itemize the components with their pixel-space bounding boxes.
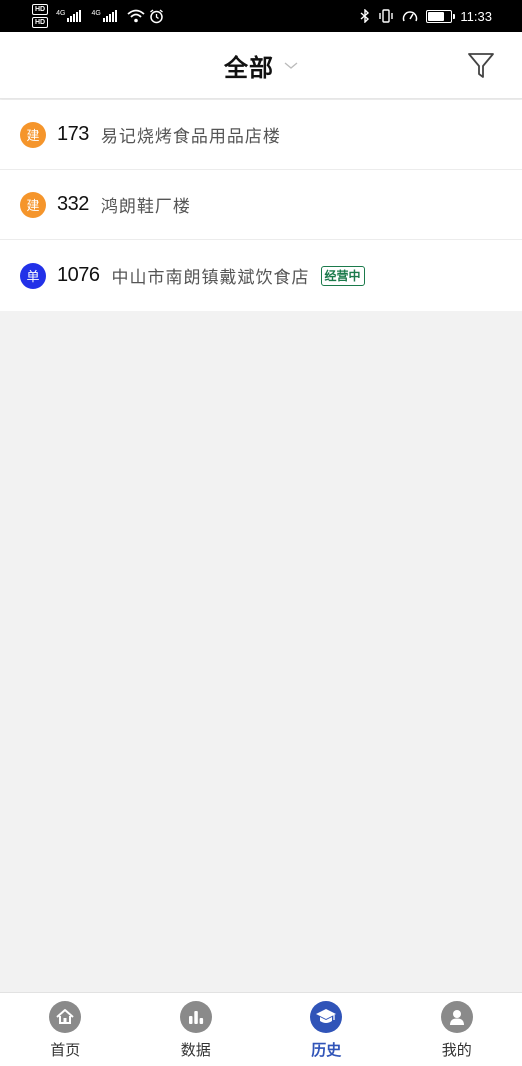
tab-history[interactable]: 历史 <box>261 993 392 1066</box>
type-badge: 单 <box>20 263 46 289</box>
status-right: 11:33 <box>360 0 492 32</box>
item-number: 173 <box>57 123 89 146</box>
chevron-down-icon[interactable] <box>284 62 298 70</box>
status-badge: 经营中 <box>321 266 365 286</box>
hd-badge-2: HD <box>32 17 48 28</box>
status-bar: HD HD 4G 4G <box>0 0 522 32</box>
bluetooth-icon <box>360 9 370 23</box>
page-title[interactable]: 全部 <box>224 48 274 83</box>
tab-profile[interactable]: 我的 <box>392 993 522 1066</box>
item-number: 332 <box>57 193 89 216</box>
bottom-nav: 首页 数据 历史 我的 <box>0 992 522 1066</box>
network-type-2: 4G <box>91 10 100 17</box>
top-header: 全部 <box>0 32 522 99</box>
hd-indicators: HD HD <box>32 4 48 28</box>
graduation-cap-icon[interactable] <box>310 1001 342 1033</box>
home-icon[interactable] <box>49 1001 81 1033</box>
item-name: 易记烧烤食品用品店楼 <box>101 122 281 147</box>
list-item[interactable]: 单 1076 中山市南朗镇戴斌饮食店 经营中 <box>0 240 522 311</box>
tab-label: 首页 <box>50 1039 80 1060</box>
user-icon[interactable] <box>441 1001 473 1033</box>
list-item[interactable]: 建 332 鸿朗鞋厂楼 <box>0 170 522 240</box>
history-list: 建 173 易记烧烤食品用品店楼 建 332 鸿朗鞋厂楼 单 1076 中山市南… <box>0 100 522 311</box>
signal-icon-2: 4G <box>91 10 116 22</box>
speed-icon <box>402 9 418 23</box>
hd-badge-1: HD <box>32 4 48 15</box>
vibrate-icon <box>378 9 394 23</box>
alarm-icon <box>149 9 164 24</box>
item-name: 鸿朗鞋厂楼 <box>101 192 191 217</box>
tab-home[interactable]: 首页 <box>0 993 131 1066</box>
status-left: HD HD 4G 4G <box>32 3 164 29</box>
bar-chart-icon[interactable] <box>180 1001 212 1033</box>
item-name: 中山市南朗镇戴斌饮食店 <box>112 263 310 288</box>
filter-icon[interactable] <box>466 50 496 80</box>
list-item[interactable]: 建 173 易记烧烤食品用品店楼 <box>0 100 522 170</box>
network-type-1: 4G <box>56 10 65 17</box>
tab-label: 我的 <box>442 1039 472 1060</box>
type-badge: 建 <box>20 192 46 218</box>
tab-label: 历史 <box>311 1039 341 1060</box>
tab-data[interactable]: 数据 <box>131 993 262 1066</box>
category-dropdown[interactable]: 全部 <box>0 32 522 98</box>
wifi-icon <box>127 9 145 23</box>
type-badge: 建 <box>20 122 46 148</box>
battery-icon <box>426 10 452 23</box>
item-number: 1076 <box>57 264 100 287</box>
clock-time: 11:33 <box>460 9 492 24</box>
tab-label: 数据 <box>181 1039 211 1060</box>
signal-icon-1: 4G <box>56 10 81 22</box>
